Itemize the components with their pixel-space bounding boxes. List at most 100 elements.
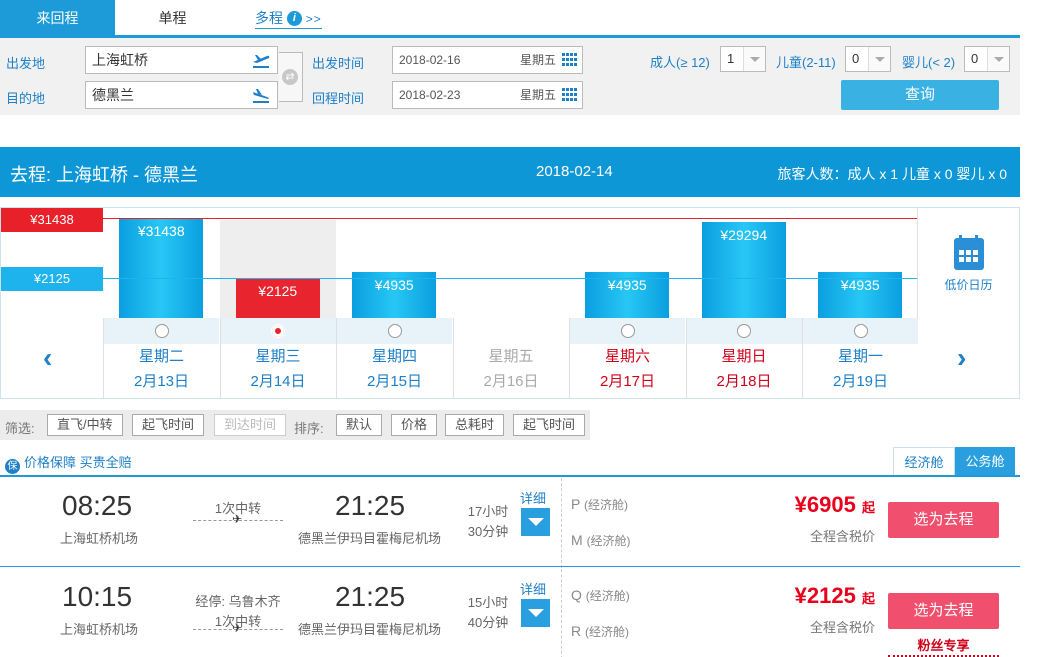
price-bar[interactable]: ¥2125: [235, 278, 320, 346]
price-bar[interactable]: ¥31438: [119, 218, 204, 318]
child-label: 儿童(2-11): [776, 55, 836, 70]
from-city-input[interactable]: 上海虹桥: [85, 46, 278, 74]
infant-value: 0: [971, 51, 979, 66]
price-bar[interactable]: ¥4935: [352, 272, 437, 318]
date-option[interactable]: 星期日 2月18日: [685, 318, 802, 398]
filter-arr-time-button[interactable]: 到达时间: [214, 414, 287, 436]
date-radio[interactable]: [387, 324, 402, 338]
date-option[interactable]: 星期四 2月15日: [336, 318, 452, 398]
depart-date-input[interactable]: 2018-02-16 星期五: [392, 46, 583, 74]
detail-link[interactable]: 详细: [520, 488, 546, 507]
cabin-code: P: [571, 496, 581, 512]
passenger-count: 旅客人数：成人 x 1 儿童 x 0 婴儿 x 0: [777, 166, 1007, 182]
swap-cities-button[interactable]: ⇄: [279, 52, 303, 102]
max-price-label: ¥31438: [1, 208, 103, 232]
tax-note: 全程含税价: [809, 529, 875, 544]
return-date-label: 回程时间: [312, 91, 365, 106]
select-outbound-button[interactable]: 选为去程: [888, 593, 999, 629]
adult-label: 成人(≥ 12): [650, 55, 710, 70]
weekday-label: 星期三: [255, 348, 301, 365]
to-city-input[interactable]: 德黑兰: [85, 81, 278, 109]
arrival-airport: 德黑兰伊玛目霍梅尼机场: [298, 531, 442, 546]
min-price-label: ¥2125: [1, 267, 103, 291]
tab-one-way[interactable]: 单程: [115, 0, 230, 35]
cabin-name: (经济舱): [586, 534, 631, 548]
swap-icon: ⇄: [282, 69, 298, 85]
date-radio[interactable]: [737, 324, 751, 338]
depart-weekday: 星期五: [519, 53, 556, 67]
query-button[interactable]: 查询: [841, 80, 999, 110]
flight-row: 10:15 上海虹桥机场 经停: 乌鲁木齐 1次中转 ✈ 21:25 德黑兰伊玛…: [0, 569, 1020, 657]
infant-select[interactable]: 0: [964, 46, 1010, 72]
prev-week-button[interactable]: ‹: [1, 318, 103, 398]
date-option[interactable]: 星期六 2月17日: [569, 318, 685, 398]
more-arrows-icon: >>: [305, 12, 322, 26]
route-title: 去程: 上海虹桥 - 德黑兰: [10, 165, 198, 185]
to-city-value: 德黑兰: [92, 87, 134, 103]
date-radio[interactable]: [154, 324, 169, 338]
calendar-icon[interactable]: [562, 88, 577, 102]
price-bar[interactable]: ¥4935: [818, 272, 903, 318]
date-option[interactable]: 星期二 2月13日: [103, 318, 219, 398]
flight-duration: 17小时 30分钟: [463, 502, 513, 542]
date-label: 2月13日: [133, 373, 190, 390]
date-radio[interactable]: [271, 324, 285, 338]
price-value: ¥2125: [794, 583, 856, 608]
price-calendar-chart: ¥31438 ¥2125 ¥31438 ¥2125 ¥4935 ¥4935 ¥29294…: [0, 207, 1020, 399]
weekday-label: 星期一: [837, 348, 883, 365]
child-select[interactable]: 0: [845, 46, 891, 72]
tab-round-trip[interactable]: 来回程: [0, 0, 115, 35]
date-radio[interactable]: [853, 324, 868, 338]
tab-business[interactable]: 公务舱: [955, 447, 1015, 476]
date-label: 2月19日: [832, 373, 889, 390]
calendar-icon[interactable]: [562, 53, 577, 67]
date-option: 星期五 2月16日: [452, 318, 569, 398]
price-bar[interactable]: ¥29294: [701, 222, 786, 318]
adult-select[interactable]: 1: [720, 46, 766, 72]
return-date-input[interactable]: 2018-02-23 星期五: [392, 81, 583, 109]
date-radio[interactable]: [620, 324, 635, 338]
filter-dep-time-button[interactable]: 起飞时间: [132, 414, 205, 436]
tab-economy[interactable]: 经济舱: [893, 447, 955, 476]
cabin-class: M (经济舱): [571, 532, 631, 549]
duration-minutes: 40分钟: [467, 615, 509, 630]
info-icon[interactable]: i: [286, 11, 302, 26]
low-price-calendar-button[interactable]: 低价日历: [917, 208, 1019, 318]
fan-exclusive-badge[interactable]: 粉丝专享: [888, 635, 999, 657]
next-week-button[interactable]: ›: [917, 318, 1019, 398]
weekday-label: 星期五: [488, 348, 534, 365]
cabin-name: (经济舱): [583, 498, 628, 512]
expand-detail-button[interactable]: [521, 508, 550, 536]
chevron-down-icon: [868, 47, 890, 71]
takeoff-icon: [253, 55, 270, 68]
duration-minutes: 30分钟: [467, 524, 509, 539]
arrival-time: 21:25: [335, 490, 406, 521]
select-outbound-button[interactable]: 选为去程: [888, 502, 999, 538]
filter-label: 筛选:: [5, 421, 35, 436]
plane-icon: ✈: [232, 621, 243, 635]
cabin-class: R (经济舱): [571, 623, 629, 640]
cabin-class: Q (经济舱): [571, 587, 630, 604]
date-option[interactable]: 星期一 2月19日: [802, 318, 918, 398]
min-price-line: [103, 278, 918, 279]
weekday-label: 星期六: [604, 348, 650, 365]
sort-duration-button[interactable]: 总耗时: [445, 414, 505, 436]
tab-multi-city[interactable]: 多程 i >>: [255, 0, 345, 35]
filter-direct-button[interactable]: 直飞/中转: [47, 414, 123, 436]
flight-price: ¥2125 起: [795, 583, 875, 609]
price-suffix: 起: [861, 591, 875, 606]
sort-default-button[interactable]: 默认: [336, 414, 383, 436]
chevron-down-icon: [743, 47, 765, 71]
sort-takeoff-button[interactable]: 起飞时间: [513, 414, 586, 436]
date-option[interactable]: 星期三 2月14日: [219, 318, 336, 398]
price-guarantee[interactable]: 保价格保障 买贵全赔: [5, 452, 132, 474]
price-bar[interactable]: ¥4935: [585, 272, 670, 318]
tab-multi-label: 多程: [255, 10, 283, 26]
sort-price-button[interactable]: 价格: [391, 414, 438, 436]
flight-price: ¥6905 起: [795, 492, 875, 518]
from-city-value: 上海虹桥: [92, 52, 148, 68]
weekday-label: 星期四: [371, 348, 417, 365]
detail-link[interactable]: 详细: [520, 579, 546, 598]
expand-detail-button[interactable]: [521, 599, 550, 627]
infant-label: 婴儿(< 2): [902, 55, 956, 70]
